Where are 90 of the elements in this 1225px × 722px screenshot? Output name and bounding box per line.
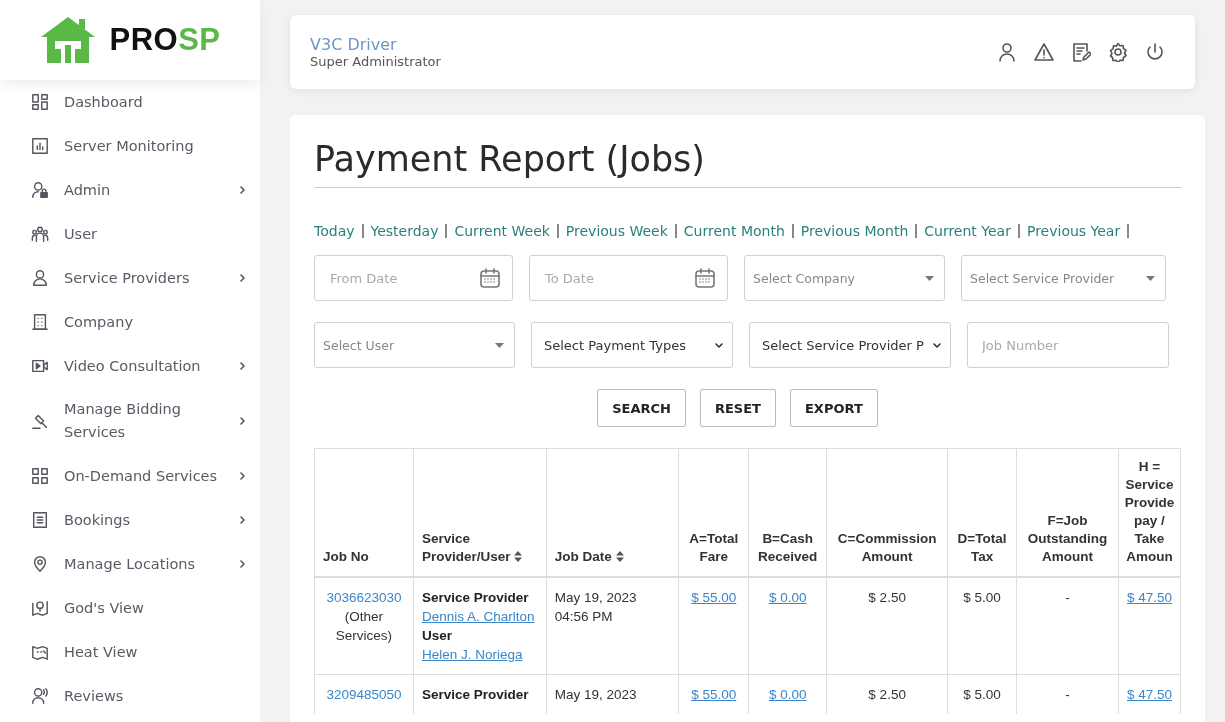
total-tax: $ 5.00	[963, 590, 1001, 605]
edit-icon[interactable]	[1071, 42, 1091, 62]
cash-received-link[interactable]: $ 0.00	[768, 590, 807, 605]
date-range-link[interactable]: Previous Week	[565, 224, 677, 238]
export-button[interactable]: EXPORT	[790, 389, 878, 427]
date-range-link[interactable]: Previous Month	[800, 224, 918, 238]
sidebar-item[interactable]: Server Monitoring	[0, 124, 260, 168]
select-field[interactable]: Select User	[314, 322, 515, 368]
sidebar-item[interactable]: Manage Bidding Services	[0, 388, 260, 454]
warning-icon[interactable]	[1034, 42, 1054, 62]
map-pin-icon	[31, 599, 49, 617]
dropdown-field[interactable]: Select Payment Types	[531, 322, 733, 368]
column-header: D=Total Tax	[947, 448, 1017, 577]
chart-icon	[31, 137, 49, 155]
map-icon	[31, 643, 49, 661]
column-header: C=Commission Amount	[826, 448, 948, 577]
dropdown-field[interactable]: Select Service Provider P	[749, 322, 951, 368]
total-fare-link[interactable]: $ 55.00	[691, 590, 737, 605]
column-header: Job No	[314, 448, 414, 577]
date-range-link[interactable]: Yesterday	[370, 224, 448, 238]
date-range-link[interactable]: Previous Year	[1026, 224, 1130, 238]
total-tax: $ 5.00	[963, 687, 1001, 702]
commission-amount: $ 2.50	[868, 590, 906, 605]
outstanding-amount: -	[1065, 590, 1070, 605]
sidebar-item[interactable]: Service Providers	[0, 256, 260, 300]
grid-icon	[31, 467, 49, 485]
calendar-icon	[694, 267, 716, 289]
user-label: User	[421, 627, 453, 645]
date-range-link[interactable]: Current Month	[683, 224, 794, 238]
select-field[interactable]: Select Service Provider	[961, 255, 1166, 301]
date-range-link[interactable]: Current Year	[924, 224, 1020, 238]
column-header: B=Cash Received	[748, 448, 827, 577]
select-field[interactable]: Select Company	[744, 255, 945, 301]
user-link[interactable]: Helen J. Noriega	[421, 645, 542, 664]
dropdown-arrow-icon	[1146, 275, 1155, 281]
video-icon	[31, 357, 49, 375]
search-button[interactable]: SEARCH	[597, 389, 686, 427]
cash-received-link[interactable]: $ 0.00	[768, 687, 807, 702]
person-icon	[31, 269, 49, 287]
sidebar-item[interactable]: Company	[0, 300, 260, 344]
commission-amount: $ 2.50	[868, 687, 906, 702]
dropdown-arrow-icon	[495, 342, 504, 348]
job-type: (Other Services)	[334, 608, 394, 645]
person-voice-icon	[31, 687, 49, 705]
job-number-link[interactable]: 3036623030	[319, 588, 409, 607]
sidebar-item[interactable]: On-Demand Services	[0, 454, 260, 498]
column-header: F=Job Outstanding Amount	[1016, 448, 1119, 577]
provider-label: Service Provider	[421, 686, 530, 704]
provider-link[interactable]: Dennis A. Charlton	[421, 607, 542, 626]
chevron-down-icon	[932, 341, 942, 349]
sidebar-item[interactable]: Reviews	[0, 674, 260, 718]
sidebar-item[interactable]: Manage Locations	[0, 542, 260, 586]
users-icon	[31, 225, 49, 243]
column-header[interactable]: Service Provider/User	[413, 448, 547, 577]
date-range-link[interactable]: Current Week	[454, 224, 559, 238]
user-icon[interactable]	[997, 42, 1017, 62]
sidebar-item[interactable]: God's View	[0, 586, 260, 630]
sidebar-item[interactable]: Heat View	[0, 630, 260, 674]
provider-label: Service Provider	[421, 589, 530, 607]
sidebar-item[interactable]: Admin	[0, 168, 260, 212]
job-number-field[interactable]: Job Number	[967, 322, 1169, 368]
reset-button[interactable]: RESET	[699, 389, 776, 427]
sidebar-item[interactable]: User	[0, 212, 260, 256]
sidebar-item[interactable]: Dashboard	[0, 80, 260, 124]
job-time: 04:56 PM	[554, 608, 614, 626]
column-header: H = Service Provide pay / Take Amoun	[1118, 448, 1181, 577]
page-title: Payment Report (Jobs)	[314, 137, 1181, 188]
user-role: Super Administrator	[310, 54, 442, 69]
power-icon[interactable]	[1145, 42, 1165, 62]
user-lock-icon	[31, 181, 49, 199]
document-icon	[31, 511, 49, 529]
location-pin-icon	[31, 555, 49, 573]
grid-icon	[31, 93, 49, 111]
sidebar-item[interactable]: Video Consultation	[0, 344, 260, 388]
settings-icon[interactable]	[1108, 42, 1128, 62]
gavel-icon	[31, 412, 49, 430]
provider-pay-link[interactable]: $ 47.50	[1126, 590, 1172, 605]
column-header[interactable]: Job Date	[546, 448, 679, 577]
job-date: May 19, 2023	[554, 589, 638, 607]
building-icon	[31, 313, 49, 331]
date-range-link[interactable]: Today	[314, 224, 364, 238]
chevron-down-icon	[714, 341, 724, 349]
calendar-icon	[479, 267, 501, 289]
sidebar-item[interactable]: Bookings	[0, 498, 260, 542]
dropdown-arrow-icon	[925, 275, 934, 281]
logo-text: PROSP	[109, 22, 221, 58]
user-name: V3C Driver	[310, 35, 398, 54]
column-header: A=Total Fare	[678, 448, 749, 577]
job-date: May 19, 2023	[554, 686, 638, 704]
outstanding-amount: -	[1065, 687, 1070, 702]
